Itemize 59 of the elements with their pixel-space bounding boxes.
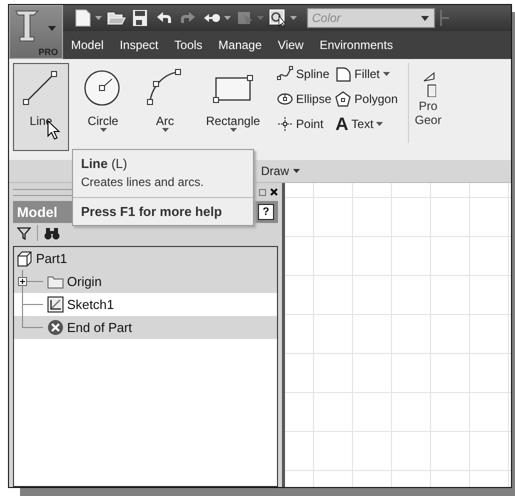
caret-icon[interactable] — [376, 122, 384, 126]
tree-item[interactable]: Origin — [14, 270, 277, 293]
ribbon-tab[interactable]: Tools — [166, 33, 210, 57]
pin-icon[interactable] — [259, 188, 266, 196]
pentagon-icon — [335, 91, 352, 107]
new-document-icon — [73, 8, 93, 28]
caret-icon[interactable] — [293, 169, 300, 173]
caret-icon[interactable] — [421, 16, 429, 21]
tooltip-help: Press F1 for more help — [80, 203, 223, 221]
help-button[interactable]: ? — [258, 204, 274, 220]
end-marker-icon — [47, 319, 64, 336]
tool-button[interactable]: Ellipse — [277, 88, 332, 110]
ribbon-tab[interactable]: Inspect — [112, 33, 166, 57]
tree-item[interactable]: Sketch1 — [14, 293, 277, 316]
ribbon-tab[interactable]: Environments — [312, 33, 401, 57]
tool-button[interactable]: Fillet — [335, 63, 398, 85]
close-icon[interactable] — [270, 188, 278, 196]
edition-label: PRO — [38, 47, 58, 57]
tool-button[interactable]: Polygon — [335, 88, 398, 110]
caret-icon[interactable] — [162, 128, 168, 132]
binoculars-icon[interactable] — [44, 226, 60, 240]
tree-item[interactable]: Part1 — [14, 247, 277, 270]
fillet-icon — [335, 66, 352, 82]
tool-button[interactable]: Rectangle — [199, 63, 268, 151]
color-dropdown[interactable]: Color — [307, 8, 435, 28]
tooltip-description: Creates lines and arcs. — [73, 173, 253, 198]
tool-button[interactable]: Arc — [137, 63, 193, 151]
letter-icon: A — [335, 115, 348, 133]
toolbar-button[interactable] — [130, 8, 150, 28]
point-icon — [277, 116, 294, 132]
spline-icon — [277, 66, 294, 82]
ribbon-tab[interactable]: Manage — [210, 33, 270, 57]
tool-button[interactable]: Spline — [277, 63, 332, 85]
ellipse-icon — [277, 91, 294, 107]
panel-title[interactable]: Draw — [261, 164, 300, 178]
tool-button[interactable]: Point — [277, 113, 332, 135]
save-icon — [130, 8, 150, 28]
selection-icon — [268, 8, 288, 28]
tool-button[interactable]: Pro Geor — [414, 63, 442, 127]
cube-icon — [16, 250, 33, 267]
tree-item[interactable]: End of Part — [14, 316, 277, 339]
filter-icon[interactable] — [17, 226, 31, 240]
caret-icon[interactable] — [224, 16, 231, 20]
toolbar-button[interactable] — [268, 8, 297, 28]
caret-icon — [48, 26, 56, 31]
tool-button[interactable]: Circle — [75, 63, 131, 151]
expand-icon[interactable] — [18, 277, 27, 286]
toolbar-button[interactable] — [73, 8, 102, 28]
caret-icon[interactable] — [95, 16, 102, 20]
cut-off-icon — [439, 8, 449, 28]
ribbon-tab[interactable]: View — [270, 33, 312, 57]
tool-button[interactable]: A Text — [335, 113, 398, 135]
sketch-icon — [47, 296, 64, 313]
tooltip-title: Line (L) — [80, 155, 128, 173]
caret-icon[interactable] — [290, 16, 297, 20]
caret-icon[interactable] — [230, 128, 237, 132]
caret-icon[interactable] — [382, 72, 390, 76]
ribbon-tab[interactable]: Model — [63, 33, 112, 57]
caret-icon[interactable] — [100, 128, 106, 132]
